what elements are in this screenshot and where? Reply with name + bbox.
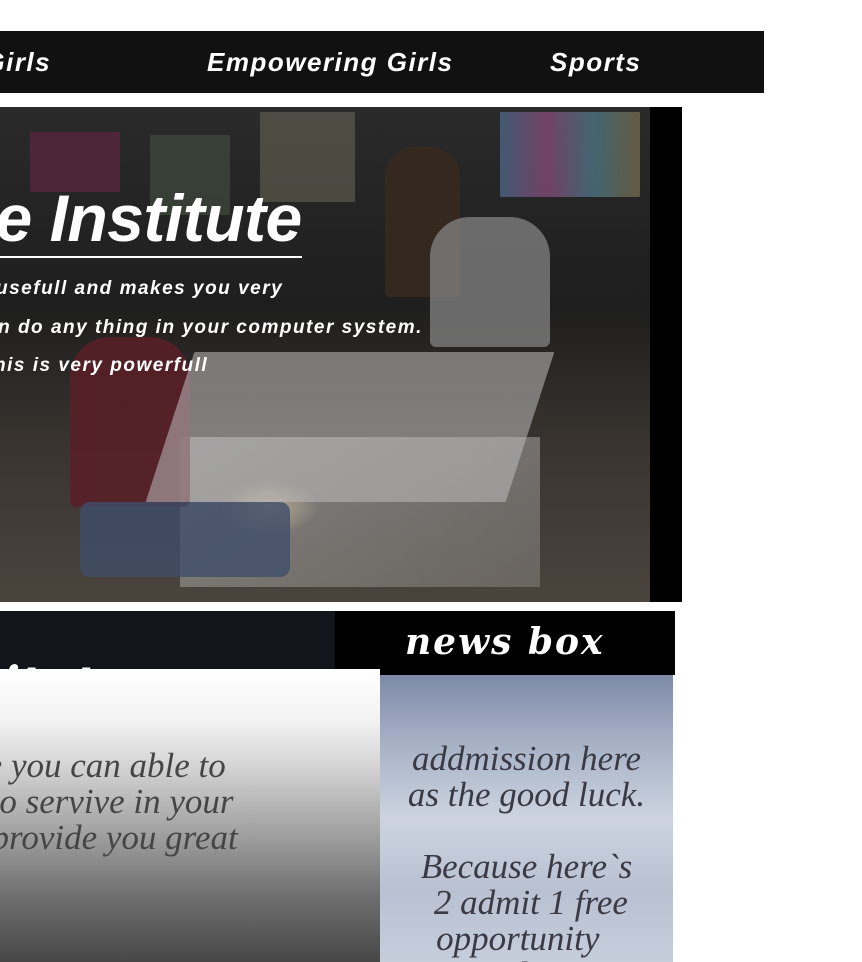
wall-artwork-right [500, 112, 640, 197]
institute-heading: nstitute [0, 649, 125, 669]
student-figure-right [430, 217, 550, 347]
nav-item-sports[interactable]: Sports [550, 31, 641, 93]
top-nav-bar: ting Girls Empowering Girls Sports [0, 31, 764, 93]
hero-tagline-1: usefull and makes you very [0, 278, 284, 299]
about-text: itute you can able to ow to servive in y… [0, 746, 238, 857]
news-box-header: news box [335, 611, 675, 675]
hero-tagline-3: his is very powerfull [0, 355, 209, 376]
hero-banner: tive Institute usefull and makes you ver… [0, 107, 682, 602]
institute-heading-bar: nstitute [0, 611, 336, 669]
news-panel: addmission here as the good luck. Becaus… [380, 675, 673, 962]
hero-title: tive Institute [0, 182, 302, 258]
news-box-title: news box [405, 621, 605, 663]
news-text: addmission here as the good luck. Becaus… [407, 739, 646, 962]
page: ting Girls Empowering Girls Sports tive … [0, 0, 862, 962]
about-panel: itute you can able to ow to servive in y… [0, 669, 380, 962]
nav-item-empowering-girls[interactable]: Empowering Girls [207, 31, 454, 93]
nav-item-girls[interactable]: ting Girls [0, 31, 51, 93]
hero-tagline-2: an do any thing in your computer system. [0, 317, 423, 338]
student-legs [80, 502, 290, 577]
